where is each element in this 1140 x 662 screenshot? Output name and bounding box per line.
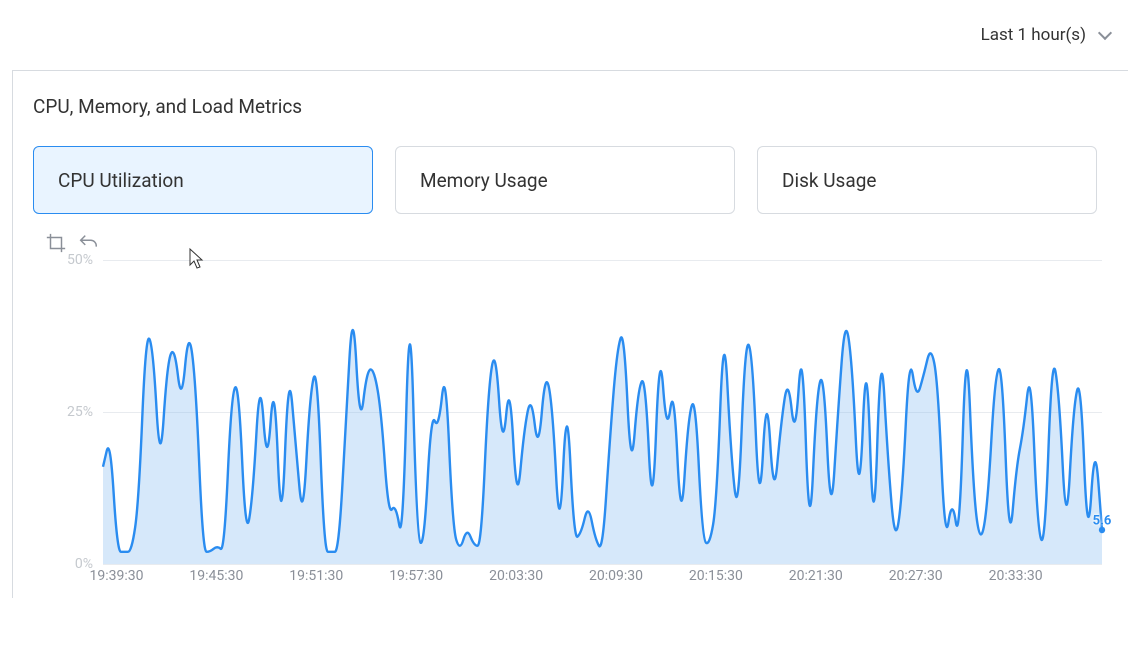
undo-icon[interactable] — [77, 232, 99, 254]
x-tick-label: 20:33:30 — [989, 568, 1043, 584]
tab-bar: CPU Utilization Memory Usage Disk Usage — [33, 146, 1108, 214]
y-axis: 0%25%50% — [41, 260, 93, 564]
endpoint-value: 5.6 — [1093, 513, 1112, 528]
chevron-down-icon — [1098, 28, 1112, 42]
tab-label: Memory Usage — [420, 169, 548, 192]
x-tick-label: 19:57:30 — [389, 568, 443, 584]
timerange-label: Last 1 hour(s) — [981, 25, 1086, 45]
y-tick-label: 50% — [67, 252, 93, 268]
tab-cpu-utilization[interactable]: CPU Utilization — [33, 146, 373, 214]
x-tick-label: 20:09:30 — [589, 568, 643, 584]
tab-label: CPU Utilization — [58, 169, 184, 192]
cpu-chart: 0%25%50% 5.6 19:39:30 19:45:30 19:51:30 19:… — [33, 260, 1108, 590]
x-tick-label: 20:27:30 — [889, 568, 943, 584]
x-tick-label: 19:39:30 — [90, 568, 144, 584]
chart-toolbar — [45, 232, 1108, 254]
metrics-card: CPU, Memory, and Load Metrics CPU Utiliz… — [12, 70, 1128, 598]
x-tick-label: 20:03:30 — [489, 568, 543, 584]
x-tick-label: 19:45:30 — [189, 568, 243, 584]
x-tick-label: 20:21:30 — [789, 568, 843, 584]
tab-label: Disk Usage — [782, 169, 876, 192]
tab-memory-usage[interactable]: Memory Usage — [395, 146, 735, 214]
timerange-select[interactable]: Last 1 hour(s) — [981, 25, 1112, 45]
plot-area: 5.6 — [103, 260, 1102, 564]
y-tick-label: 25% — [67, 404, 93, 420]
x-tick-label: 20:15:30 — [689, 568, 743, 584]
tab-disk-usage[interactable]: Disk Usage — [757, 146, 1097, 214]
card-title: CPU, Memory, and Load Metrics — [33, 95, 1108, 118]
x-axis: 19:39:3019:45:3019:51:3019:57:3020:03:30… — [103, 568, 1102, 590]
crop-icon[interactable] — [45, 232, 67, 254]
x-tick-label: 19:51:30 — [289, 568, 343, 584]
